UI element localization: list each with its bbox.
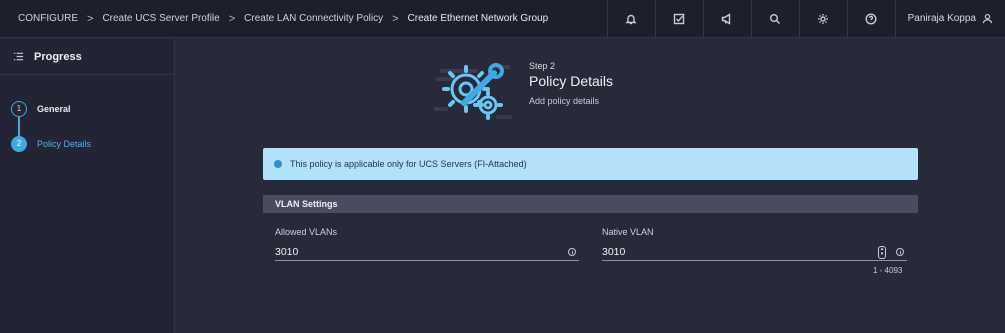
breadcrumb-separator: > <box>228 12 236 25</box>
step-label: Policy Details <box>37 138 92 149</box>
breadcrumb-create-ethernet-network-group: Create Ethernet Network Group <box>407 13 549 24</box>
megaphone-icon <box>721 12 731 25</box>
progress-header: Progress <box>0 39 174 75</box>
progress-title: Progress <box>34 50 82 63</box>
list-toggle-icon[interactable] <box>13 51 24 62</box>
search-button[interactable] <box>750 0 799 38</box>
user-icon <box>982 13 993 24</box>
allowed-vlans-value[interactable]: 3010 <box>275 246 568 258</box>
help-icon <box>865 12 877 25</box>
settings-button[interactable] <box>798 0 847 38</box>
step-tag: Step 2 <box>529 61 556 71</box>
info-banner-text: This policy is applicable only for UCS S… <box>290 159 527 169</box>
info-banner: This policy is applicable only for UCS S… <box>263 148 918 180</box>
main-content: Step 2 Policy Details Add policy details… <box>176 39 1005 333</box>
user-menu[interactable]: Paniraja Koppa <box>894 0 1005 38</box>
gear-wrench-illustration-icon <box>434 63 512 120</box>
breadcrumb-create-ucs-server-profile[interactable]: Create UCS Server Profile <box>102 13 219 24</box>
info-icon <box>274 160 282 168</box>
page-title: Policy Details <box>529 73 614 89</box>
breadcrumb: CONFIGURE > Create UCS Server Profile > … <box>0 13 607 25</box>
progress-sidebar: Progress 1 General 2 Policy Details <box>0 39 175 333</box>
native-vlan-input[interactable]: 3010 ▴ ▾ <box>602 244 907 261</box>
bell-icon <box>625 14 637 24</box>
breadcrumb-separator: > <box>87 12 94 25</box>
tasks-button[interactable] <box>654 0 703 38</box>
page-subtitle: Add policy details <box>529 96 600 106</box>
user-name: Paniraja Koppa <box>907 13 976 24</box>
step-number-badge: 1 <box>11 100 27 117</box>
top-bar: CONFIGURE > Create UCS Server Profile > … <box>0 0 1005 38</box>
breadcrumb-configure[interactable]: CONFIGURE <box>18 13 78 24</box>
native-vlan-range-hint: 1 - 4093 <box>873 266 903 275</box>
search-icon <box>770 13 781 24</box>
allowed-vlans-label: Allowed VLANs <box>275 227 338 237</box>
native-vlan-field: Native VLAN 3010 ▴ ▾ <box>602 227 907 261</box>
notifications-button[interactable] <box>606 0 655 38</box>
allowed-vlans-field: Allowed VLANs 3010 <box>275 227 579 261</box>
number-stepper-icon[interactable]: ▴ ▾ <box>878 245 886 259</box>
step-number-badge: 2 <box>11 135 27 152</box>
help-button[interactable] <box>846 0 895 38</box>
native-vlan-value[interactable]: 3010 <box>602 246 878 258</box>
step-general[interactable]: 1 General <box>0 91 174 126</box>
step-policy-details[interactable]: 2 Policy Details <box>0 126 174 161</box>
announcements-button[interactable] <box>702 0 751 38</box>
task-check-icon <box>673 13 685 24</box>
breadcrumb-separator: > <box>392 12 399 25</box>
info-icon[interactable] <box>568 248 576 256</box>
step-label: General <box>37 103 71 114</box>
allowed-vlans-input[interactable]: 3010 <box>275 244 579 261</box>
gear-icon <box>818 13 829 24</box>
info-icon[interactable] <box>896 248 904 256</box>
breadcrumb-create-lan-connectivity-policy[interactable]: Create LAN Connectivity Policy <box>244 13 383 24</box>
progress-steps: 1 General 2 Policy Details <box>0 75 174 161</box>
section-header-vlan-settings: VLAN Settings <box>263 195 918 213</box>
native-vlan-label: Native VLAN <box>602 227 654 237</box>
